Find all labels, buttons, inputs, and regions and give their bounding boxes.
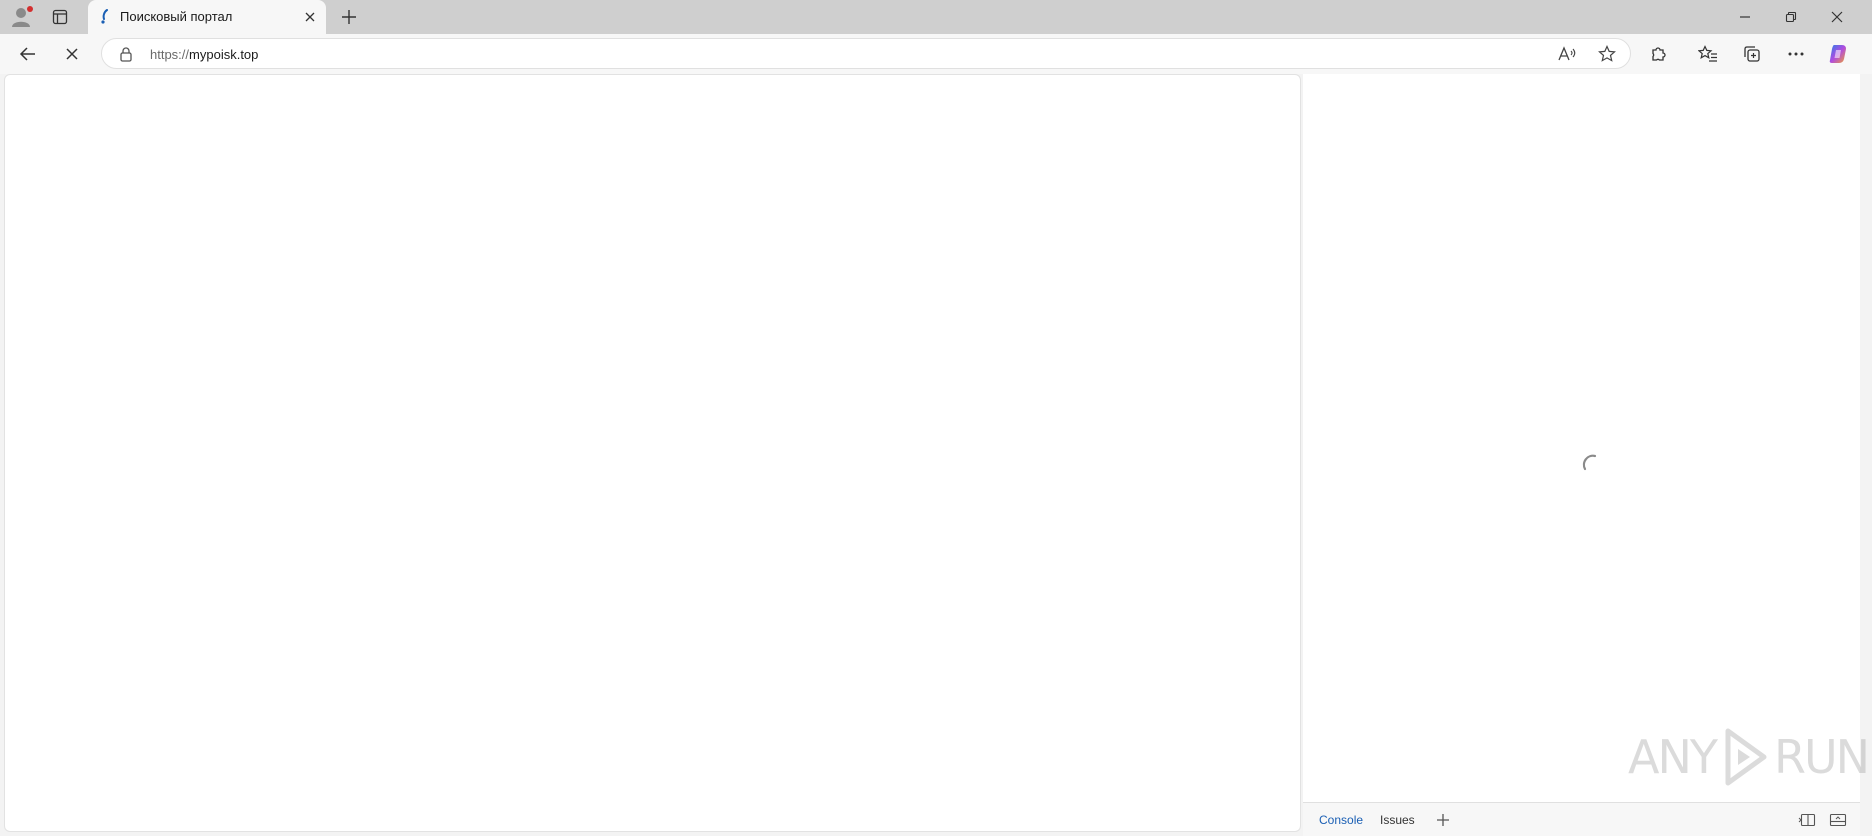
profile-button[interactable] — [6, 4, 38, 30]
profile-avatar-icon — [12, 6, 33, 27]
settings-more-button[interactable] — [1780, 39, 1812, 69]
devtools-drawer-tabbar: Console Issues — [1303, 802, 1860, 836]
watermark-left-text: ANY — [1628, 730, 1718, 784]
plus-icon — [1437, 814, 1449, 826]
site-favicon-icon — [101, 9, 108, 24]
arrow-left-icon — [19, 47, 35, 61]
close-window-button[interactable] — [1814, 0, 1860, 34]
lock-icon[interactable] — [118, 46, 134, 62]
url-scheme: https:// — [150, 47, 190, 62]
copilot-icon — [1829, 45, 1846, 63]
drawer-toggle-icon — [1829, 813, 1847, 827]
devtools-dock-button[interactable] — [1797, 811, 1817, 829]
title-bar: Поисковый портал — [0, 0, 1872, 34]
devtools-drawer-toggle-button[interactable] — [1828, 811, 1848, 829]
new-tab-button[interactable] — [333, 4, 365, 30]
dock-side-icon — [1798, 813, 1816, 827]
puzzle-icon — [1652, 47, 1666, 61]
watermark-right-text: RUN — [1773, 730, 1870, 784]
window-right-edge — [1860, 74, 1872, 836]
extensions-button[interactable] — [1643, 39, 1675, 69]
navigation-toolbar: https://mypoisk.top — [0, 34, 1872, 74]
loading-spinner-icon — [1582, 454, 1597, 471]
devtools-tab-issues[interactable]: Issues — [1380, 813, 1415, 827]
close-icon — [1831, 11, 1843, 23]
collections-icon — [1744, 46, 1760, 62]
url-text[interactable]: https://mypoisk.top — [150, 47, 258, 62]
devtools-add-tab-button[interactable] — [1433, 810, 1453, 830]
minimize-button[interactable] — [1722, 0, 1768, 34]
restore-button[interactable] — [1768, 0, 1814, 34]
address-bar[interactable]: https://mypoisk.top — [101, 38, 1631, 69]
more-horizontal-icon — [1788, 52, 1804, 56]
copilot-button[interactable] — [1822, 39, 1854, 69]
devtools-tab-console[interactable]: Console — [1319, 813, 1363, 827]
web-page-content[interactable] — [4, 74, 1301, 832]
collections-button[interactable] — [1736, 39, 1768, 69]
favorites-button[interactable] — [1692, 39, 1724, 69]
play-logo-icon — [1725, 728, 1767, 786]
close-icon — [66, 48, 78, 60]
tab-actions-button[interactable] — [44, 4, 76, 30]
stop-loading-button[interactable] — [56, 39, 88, 69]
tab-close-button[interactable] — [298, 5, 322, 29]
devtools-panel: Console Issues — [1303, 74, 1860, 836]
star-icon — [1598, 45, 1616, 62]
anyrun-watermark: ANY RUN — [1628, 724, 1870, 790]
read-aloud-button[interactable] — [1554, 43, 1580, 65]
url-host: mypoisk.top — [189, 47, 259, 62]
minimize-icon — [1740, 16, 1750, 18]
favorites-icon — [1698, 45, 1717, 62]
tab-actions-icon — [52, 9, 68, 25]
read-aloud-icon — [1558, 46, 1576, 61]
restore-icon — [1785, 11, 1797, 23]
plus-icon — [342, 10, 356, 24]
back-button[interactable] — [12, 39, 44, 69]
add-favorite-button[interactable] — [1594, 43, 1620, 65]
browser-tab-active[interactable]: Поисковый портал — [88, 0, 326, 34]
close-icon — [305, 12, 315, 22]
tab-title: Поисковый портал — [120, 9, 233, 24]
